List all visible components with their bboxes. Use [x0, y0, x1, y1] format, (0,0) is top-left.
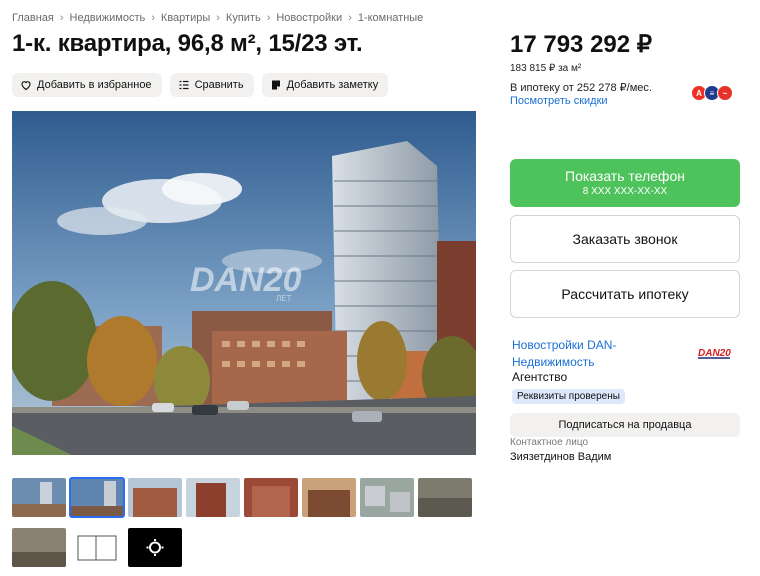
mortgage-info: В ипотеку от 252 278 ₽/мес.	[510, 82, 652, 94]
breadcrumb-apartments[interactable]: Квартиры	[161, 12, 210, 24]
thumbnail-floorplan[interactable]	[70, 528, 124, 567]
note-icon	[271, 80, 280, 90]
compare-label: Сравнить	[194, 79, 244, 91]
bank-logos: А ≡ ~	[691, 85, 733, 101]
verified-badge: Реквизиты проверены	[512, 389, 625, 404]
thumbnail-360[interactable]	[128, 528, 182, 567]
chevron-right-icon: ›	[348, 12, 352, 24]
chevron-right-icon: ›	[59, 12, 64, 24]
breadcrumb-buy[interactable]: Купить	[226, 12, 261, 24]
thumbnail[interactable]	[12, 478, 66, 517]
show-phone-button[interactable]: Показать телефон 8 XXX XXX-XX-XX	[510, 159, 740, 207]
subscribe-seller-button[interactable]: Подписаться на продавца	[510, 413, 740, 437]
breadcrumb: Главная › Недвижимость › Квартиры › Купить ›…	[12, 12, 423, 24]
seller-name-link[interactable]: Новостройки DAN-Недвижимость	[512, 337, 652, 371]
chevron-right-icon: ›	[151, 12, 155, 24]
listing-actions: Добавить в избранное Сравнить Добавить з…	[12, 73, 389, 97]
seller-type: Агентство	[512, 370, 568, 384]
thumbnail[interactable]	[186, 478, 240, 517]
breadcrumb-realty[interactable]: Недвижимость	[70, 12, 146, 24]
photo-thumbnails	[12, 477, 476, 576]
thumbnail-active[interactable]	[69, 477, 125, 518]
breadcrumb-one-room[interactable]: 1-комнатные	[358, 12, 423, 24]
page-title: 1-к. квартира, 96,8 м², 15/23 эт.	[12, 30, 363, 57]
add-favorite-label: Добавить в избранное	[37, 79, 152, 91]
thumbnail[interactable]	[12, 528, 66, 567]
thumbnail[interactable]	[302, 478, 356, 517]
view-discounts-link[interactable]: Посмотреть скидки	[510, 95, 608, 107]
main-photo[interactable]: DAN20 ЛЕТ	[12, 111, 476, 455]
compare-button[interactable]: Сравнить	[169, 73, 254, 97]
request-call-button[interactable]: Заказать звонок	[510, 215, 740, 263]
price-per-m2: 183 815 ₽ за м²	[510, 63, 582, 74]
bank-icon: ~	[717, 85, 733, 101]
contact-person-label: Контактное лицо	[510, 437, 589, 448]
breadcrumb-home[interactable]: Главная	[12, 12, 54, 24]
thumbnail[interactable]	[418, 478, 472, 517]
watermark: DAN20 ЛЕТ	[190, 261, 302, 303]
chevron-right-icon: ›	[216, 12, 220, 24]
price-total: 17 793 292 ₽	[510, 31, 653, 58]
watermark-subtext: ЛЕТ	[276, 294, 292, 303]
thumbnail[interactable]	[244, 478, 298, 517]
chevron-right-icon: ›	[266, 12, 271, 24]
calculate-mortgage-button[interactable]: Рассчитать ипотеку	[510, 270, 740, 318]
seller-logo[interactable]: DAN20	[697, 345, 731, 359]
heart-icon	[21, 81, 31, 91]
add-note-label: Добавить заметку	[286, 79, 379, 91]
thumbnail[interactable]	[128, 478, 182, 517]
breadcrumb-new-buildings[interactable]: Новостройки	[276, 12, 342, 24]
thumbnail[interactable]	[360, 478, 414, 517]
phone-mask: 8 XXX XXX-XX-XX	[582, 186, 668, 197]
building-render-image: DAN20 ЛЕТ	[12, 111, 476, 455]
compare-icon	[179, 80, 189, 90]
add-note-button[interactable]: Добавить заметку	[261, 73, 389, 97]
contact-person-name: Зиязетдинов Вадим	[510, 451, 612, 463]
add-favorite-button[interactable]: Добавить в избранное	[12, 73, 162, 97]
show-phone-label: Показать телефон	[565, 168, 685, 184]
